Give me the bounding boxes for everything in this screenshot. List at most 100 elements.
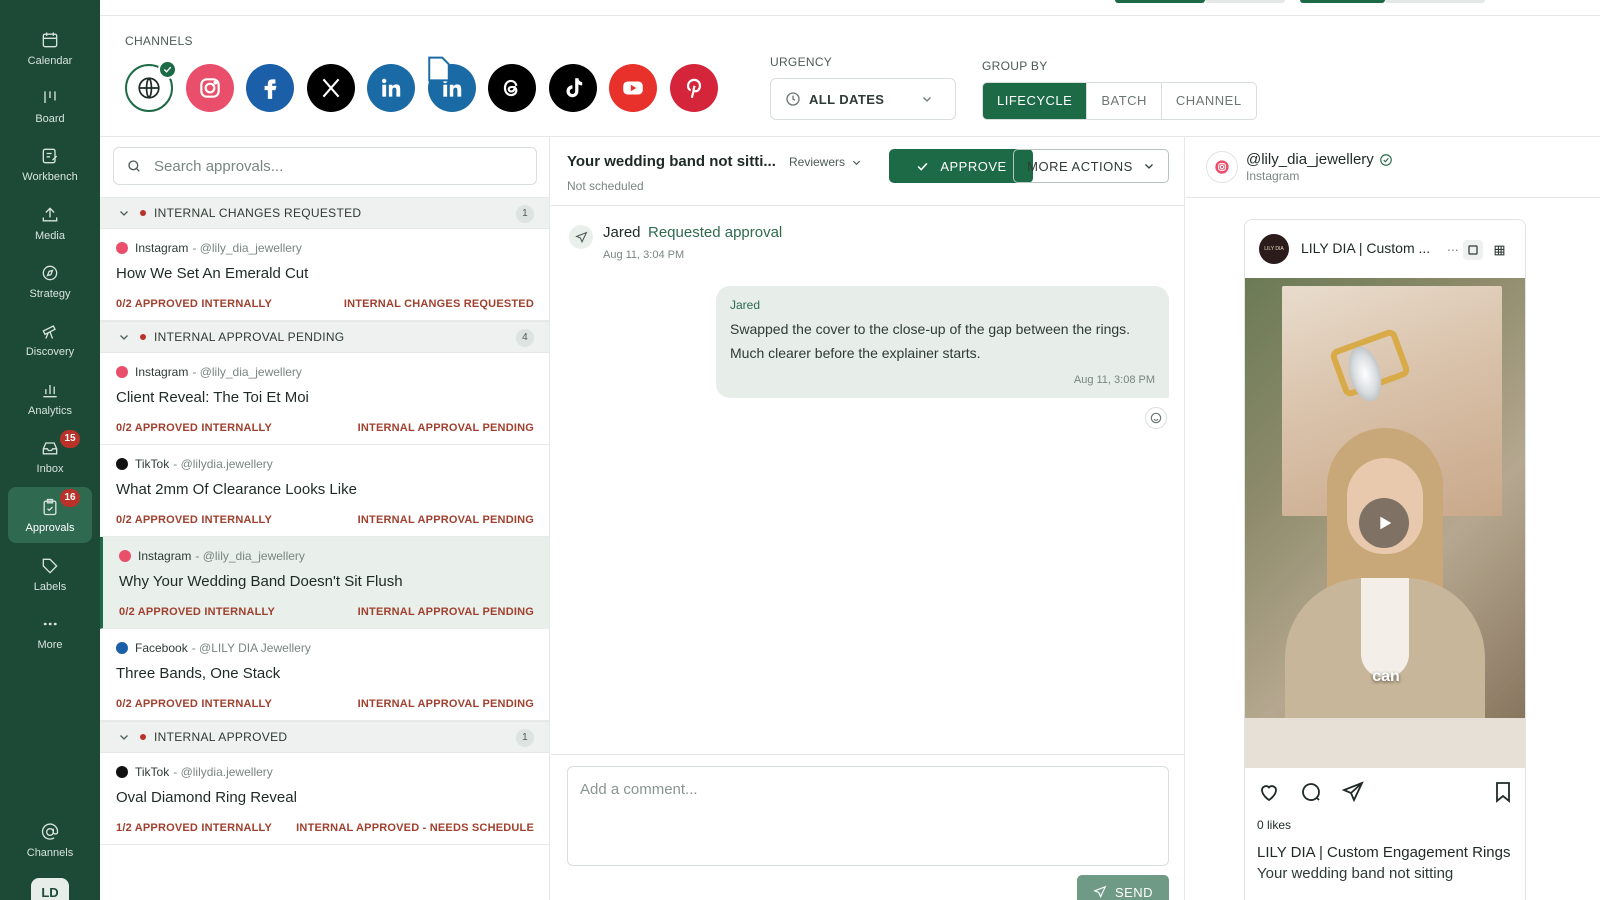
- group-title: INTERNAL APPROVED: [154, 730, 288, 744]
- sidebar-item-analytics[interactable]: Analytics: [8, 370, 92, 426]
- channels-label: CHANNELS: [125, 34, 193, 48]
- sidebar-item-approvals[interactable]: Approvals 16: [8, 487, 92, 543]
- item-progress: 0/2 APPROVED INTERNALLY: [119, 606, 275, 618]
- sidebar-item-more[interactable]: More: [8, 604, 92, 660]
- group-by-lifecycle[interactable]: LIFECYCLE: [983, 83, 1087, 119]
- group-header-approval-pending[interactable]: INTERNAL APPROVAL PENDING 4: [100, 321, 549, 353]
- chevron-down-icon: [852, 160, 861, 165]
- search-box[interactable]: Search approvals...: [113, 147, 537, 185]
- channel-pinterest[interactable]: [670, 64, 718, 112]
- post-title: Your wedding band not sitti...: [567, 153, 776, 170]
- sidebar-item-workbench[interactable]: Workbench: [8, 136, 92, 192]
- channel-x[interactable]: [307, 64, 355, 112]
- item-progress: 0/2 APPROVED INTERNALLY: [116, 298, 272, 310]
- sidebar-item-inbox[interactable]: Inbox 15: [8, 428, 92, 484]
- chevron-down-icon: [1144, 164, 1153, 169]
- share-icon[interactable]: [1341, 780, 1365, 804]
- chevron-down-icon: [120, 735, 128, 740]
- globe-icon: [138, 77, 160, 99]
- item-platform: Instagram: [135, 365, 189, 379]
- channel-tiktok[interactable]: [549, 64, 597, 112]
- list-item[interactable]: Facebook - @LILY DIA Jewellery Three Band…: [100, 629, 549, 721]
- presenter-shirt: [1361, 578, 1409, 678]
- group-header-changes-requested[interactable]: INTERNAL CHANGES REQUESTED 1: [100, 197, 549, 229]
- reviewers-dropdown[interactable]: Reviewers: [789, 155, 862, 169]
- sidebar-item-strategy[interactable]: Strategy: [8, 253, 92, 309]
- sidebar-item-media[interactable]: Media: [8, 195, 92, 251]
- play-icon[interactable]: [1359, 498, 1409, 548]
- top-tab-indicator[interactable]: [1385, 0, 1485, 3]
- group-by-channel[interactable]: CHANNEL: [1160, 83, 1256, 119]
- item-progress: 0/2 APPROVED INTERNALLY: [116, 698, 272, 710]
- sidebar-item-calendar[interactable]: Calendar: [8, 20, 92, 76]
- sidebar-item-labels[interactable]: Labels: [8, 546, 92, 602]
- preview-divider: [1186, 197, 1600, 198]
- status-dot: [140, 210, 146, 216]
- sidebar-item-label: Labels: [33, 580, 67, 593]
- youtube-icon: [623, 81, 643, 95]
- channel-facebook[interactable]: [246, 64, 294, 112]
- post-video[interactable]: can: [1245, 278, 1525, 768]
- facebook-icon: [264, 79, 277, 99]
- top-tab-indicator[interactable]: [1205, 0, 1285, 3]
- list-item[interactable]: TikTok - @lilydia.jewellery Oval Diamond …: [100, 753, 549, 845]
- instagram-icon: [119, 550, 131, 562]
- post-more-dots[interactable]: ...: [1447, 238, 1459, 254]
- instagram-icon: [116, 242, 128, 254]
- group-header-approved[interactable]: INTERNAL APPROVED 1: [100, 721, 549, 753]
- sidebar-item-discovery[interactable]: Discovery: [8, 311, 92, 367]
- approve-button[interactable]: APPROVE: [889, 149, 1033, 183]
- schedule-status: Not scheduled: [567, 179, 644, 193]
- channel-all[interactable]: [125, 60, 177, 112]
- send-button[interactable]: SEND: [1077, 875, 1169, 900]
- search-input[interactable]: Search approvals...: [154, 158, 283, 175]
- tag-icon: [42, 558, 58, 574]
- heart-icon[interactable]: [1257, 780, 1281, 804]
- urgency-value: ALL DATES: [809, 91, 885, 107]
- top-tab-indicator[interactable]: [1115, 0, 1205, 3]
- channel-linkedin-page[interactable]: [428, 56, 476, 112]
- channel-youtube[interactable]: [609, 64, 657, 112]
- status-dot: [140, 334, 146, 340]
- preview-account: @lily_dia_jewellery: [1246, 151, 1393, 168]
- channel-linkedin[interactable]: [367, 64, 415, 112]
- item-source: TikTok - @lilydia.jewellery: [116, 457, 534, 471]
- square-view-icon[interactable]: [1463, 240, 1483, 260]
- send-icon: [569, 225, 593, 249]
- item-title: Three Bands, One Stack: [116, 665, 281, 682]
- inbox-icon: [42, 441, 58, 454]
- sidebar-item-label: Media: [35, 229, 65, 242]
- add-reaction-icon[interactable]: [1145, 407, 1167, 429]
- list-item[interactable]: Instagram - @lily_dia_jewellery Client Re…: [100, 353, 549, 445]
- group-by-batch[interactable]: BATCH: [1086, 83, 1161, 119]
- sidebar-item-channels[interactable]: Channels: [8, 812, 92, 868]
- channel-threads[interactable]: [488, 64, 536, 112]
- urgency-select[interactable]: ALL DATES: [770, 78, 956, 120]
- instagram-icon: [200, 78, 220, 98]
- sidebar: Calendar Board Workbench Media Strategy …: [0, 0, 100, 900]
- user-avatar[interactable]: LD: [31, 878, 69, 900]
- inbox-badge: 15: [60, 430, 80, 448]
- comment-icon[interactable]: [1299, 780, 1323, 804]
- list-item-selected[interactable]: Instagram - @lily_dia_jewellery Why Your …: [100, 537, 549, 629]
- sidebar-item-board[interactable]: Board: [8, 78, 92, 134]
- item-platform: TikTok: [135, 765, 170, 779]
- top-tab-indicator[interactable]: [1300, 0, 1385, 3]
- list-item[interactable]: TikTok - @lilydia.jewellery What 2mm Of C…: [100, 445, 549, 537]
- bookmark-icon[interactable]: [1491, 780, 1515, 804]
- video-overlay-caption: can: [1372, 668, 1400, 685]
- item-source: Instagram - @lily_dia_jewellery: [116, 241, 534, 255]
- item-meta: 0/2 APPROVED INTERNALLY INTERNAL CHANGES …: [116, 298, 534, 310]
- more-actions-button[interactable]: MORE ACTIONS: [1013, 149, 1169, 183]
- item-handle: - @lily_dia_jewellery: [192, 241, 302, 255]
- approvals-badge: 16: [60, 489, 80, 507]
- tiktok-icon: [116, 766, 128, 778]
- calendar-icon: [42, 32, 58, 47]
- grid-view-icon[interactable]: [1489, 240, 1509, 260]
- comment-input[interactable]: Add a comment...: [567, 766, 1169, 866]
- more-dots-icon: [43, 622, 57, 625]
- list-item[interactable]: Instagram - @lily_dia_jewellery How We Se…: [100, 229, 549, 321]
- tiktok-icon: [116, 458, 128, 470]
- channel-instagram[interactable]: [186, 64, 234, 112]
- detail-divider: [551, 205, 1185, 206]
